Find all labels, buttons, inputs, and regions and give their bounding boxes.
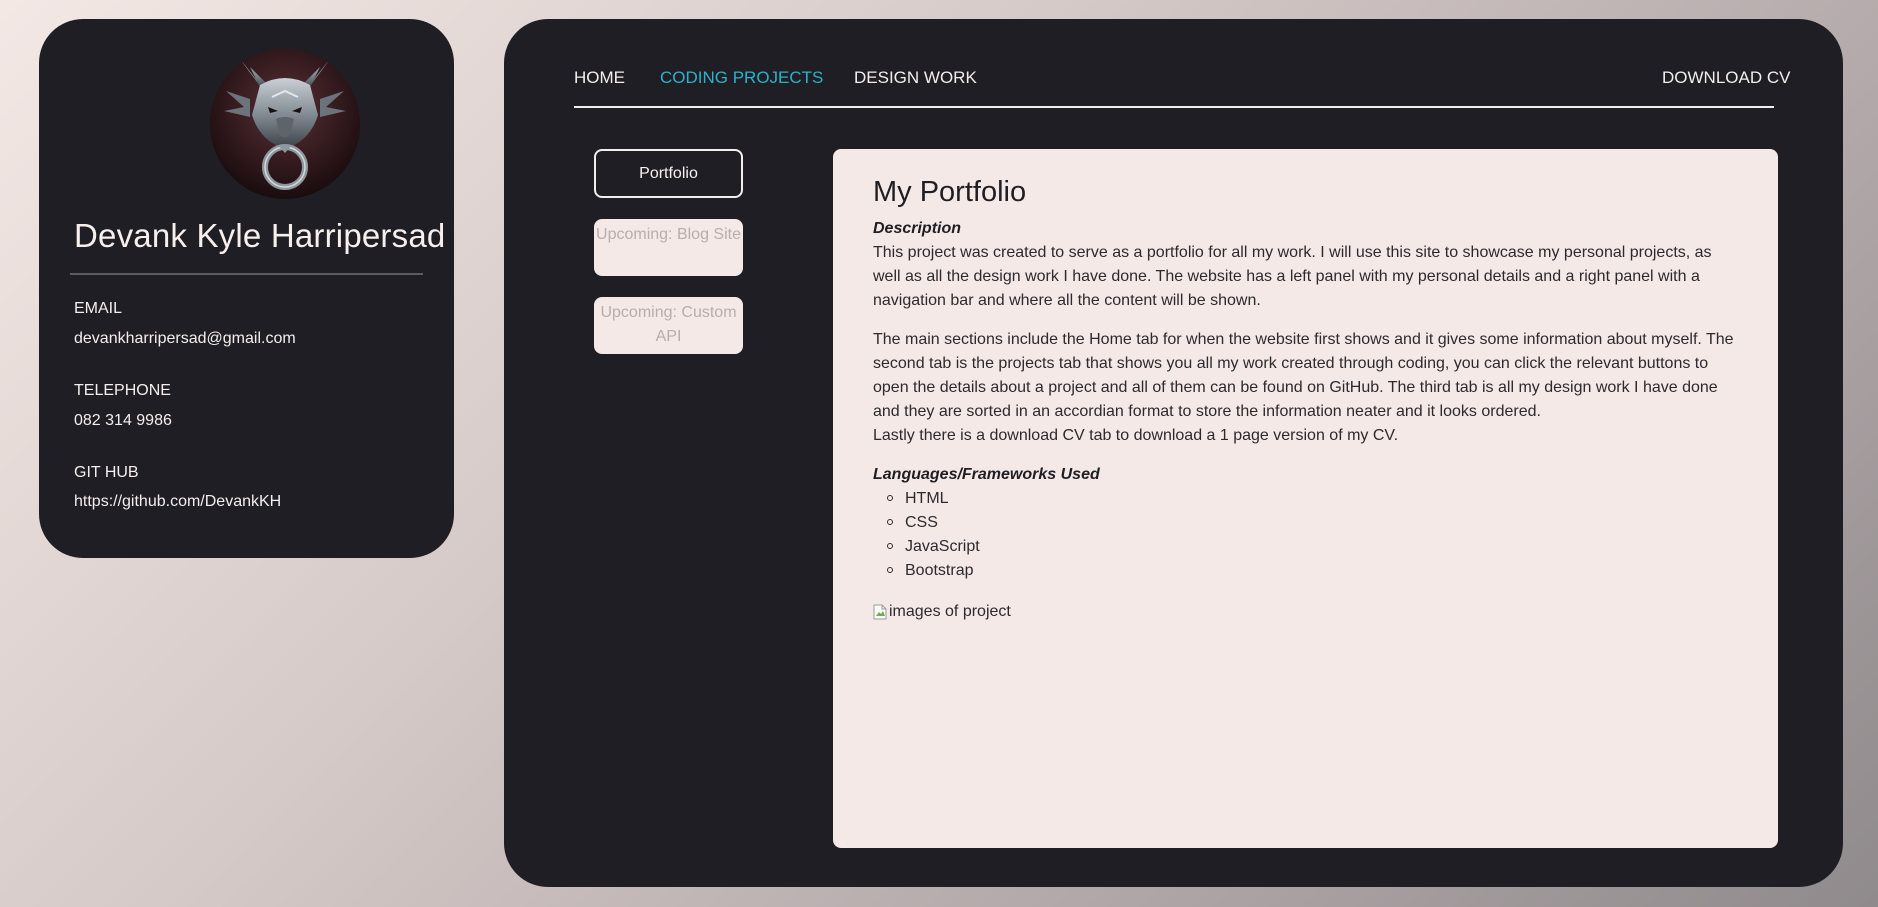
description-paragraph-2: The main sections include the Home tab f… <box>873 331 1734 420</box>
list-item: Bootstrap <box>887 559 1743 583</box>
description-paragraph-3: Lastly there is a download CV tab to dow… <box>873 427 1399 444</box>
nav-divider <box>574 106 1774 108</box>
github-label: GIT HUB <box>74 464 139 481</box>
description-paragraph-1: This project was created to serve as a p… <box>873 244 1712 309</box>
email-label: EMAIL <box>74 300 123 317</box>
broken-image-icon <box>873 604 887 620</box>
languages-heading: Languages/Frameworks Used <box>873 466 1100 483</box>
profile-panel: Devank Kyle Harripersad EMAIL devankharr… <box>39 19 454 558</box>
language-label: CSS <box>905 514 938 531</box>
profile-name: Devank Kyle Harripersad <box>74 217 446 254</box>
nav-home[interactable]: HOME <box>574 68 625 88</box>
language-label: Bootstrap <box>905 562 974 579</box>
github-value: https://github.com/DevankKH <box>74 493 282 510</box>
upcoming-blog-button[interactable]: Upcoming: Blog Site <box>594 219 743 276</box>
list-item: JavaScript <box>887 535 1743 559</box>
list-item: HTML <box>887 487 1743 511</box>
language-label: JavaScript <box>905 538 980 555</box>
card-body: My Portfolio Description This project wa… <box>873 175 1743 623</box>
project-image: images of project <box>873 601 1743 623</box>
languages-list: HTML CSS JavaScript Bootstrap <box>873 487 1743 583</box>
nav-design-work[interactable]: DESIGN WORK <box>854 68 977 88</box>
avatar <box>210 49 360 199</box>
content-card: My Portfolio Description This project wa… <box>833 149 1778 848</box>
circle-bullet-icon <box>887 567 893 573</box>
page-title: My Portfolio <box>873 176 1027 208</box>
language-label: HTML <box>905 490 949 507</box>
telephone-label: TELEPHONE <box>74 382 171 399</box>
circle-bullet-icon <box>887 519 893 525</box>
list-item: CSS <box>887 511 1743 535</box>
description-heading: Description <box>873 220 962 237</box>
upcoming-api-button[interactable]: Upcoming: Custom API <box>594 297 743 354</box>
portfolio-button[interactable]: Portfolio <box>594 149 743 198</box>
main-panel: HOME CODING PROJECTS DESIGN WORK DOWNLOA… <box>504 19 1843 887</box>
circle-bullet-icon <box>887 495 893 501</box>
nav-download-cv[interactable]: DOWNLOAD CV <box>1662 68 1790 88</box>
circle-bullet-icon <box>887 543 893 549</box>
dragon-avatar-icon <box>210 49 360 199</box>
telephone-value: 082 314 9986 <box>74 412 172 429</box>
image-alt-text: images of project <box>889 603 1011 620</box>
nav-coding-projects[interactable]: CODING PROJECTS <box>660 68 823 88</box>
profile-divider <box>70 273 423 275</box>
email-value: devankharripersad@gmail.com <box>74 330 296 347</box>
